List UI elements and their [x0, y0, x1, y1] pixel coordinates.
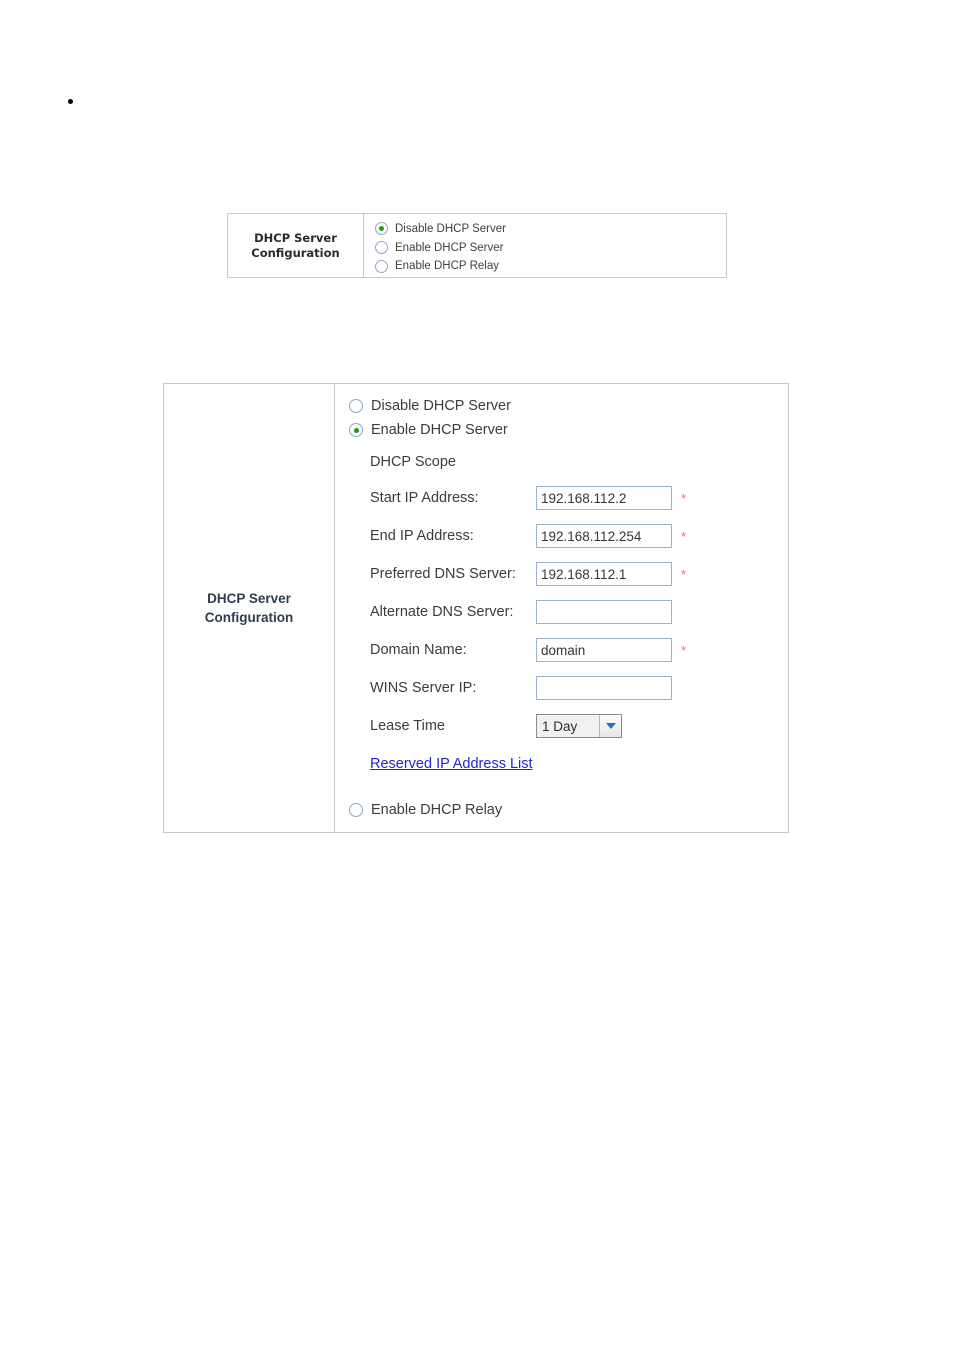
radio-label-disable-dhcp-server: Disable DHCP Server — [395, 222, 506, 235]
radio-label-enable-dhcp-server: Enable DHCP Server — [371, 422, 508, 438]
radio-label-enable-dhcp-server: Enable DHCP Server — [395, 241, 504, 254]
dhcp-config-options-cell: Disable DHCP Server Enable DHCP Server E… — [364, 214, 726, 277]
field-row-alternate-dns-server: Alternate DNS Server: — [370, 593, 788, 631]
dhcp-config-label-line2: Configuration — [204, 610, 294, 625]
alternate-dns-server-input[interactable] — [536, 600, 672, 624]
reserved-ip-address-list-link[interactable]: Reserved IP Address List — [370, 756, 533, 772]
lease-time-selected-value: 1 Day — [542, 718, 578, 734]
start-ip-address-input[interactable] — [536, 486, 672, 510]
label-alternate-dns-server: Alternate DNS Server: — [370, 604, 514, 620]
label-end-ip-address: End IP Address: — [370, 528, 474, 544]
label-lease-time: Lease Time — [370, 718, 445, 734]
dhcp-config-label-cell: DHCP Server Configuration — [164, 384, 335, 832]
radio-option-enable-dhcp-server[interactable]: Enable DHCP Server — [349, 418, 788, 442]
bullet-list-item — [68, 92, 668, 110]
radio-unselected-icon[interactable] — [375, 259, 388, 273]
dhcp-server-configuration-table-collapsed: DHCP Server Configuration Disable DHCP S… — [227, 213, 727, 278]
required-asterisk: * — [681, 490, 687, 506]
required-asterisk: * — [681, 566, 687, 582]
preferred-dns-server-input[interactable] — [536, 562, 672, 586]
dhcp-scope-field-list: Start IP Address: * End IP Address: * Pr… — [370, 479, 788, 745]
field-row-wins-server-ip: WINS Server IP: — [370, 669, 788, 707]
radio-option-disable-dhcp-server[interactable]: Disable DHCP Server — [349, 394, 788, 418]
dhcp-config-label-line1: DHCP Server — [254, 230, 337, 245]
end-ip-address-input[interactable] — [536, 524, 672, 548]
field-row-end-ip-address: End IP Address: * — [370, 517, 788, 555]
field-row-domain-name: Domain Name: * — [370, 631, 788, 669]
label-wins-server-ip: WINS Server IP: — [370, 680, 477, 696]
radio-unselected-icon[interactable] — [375, 241, 388, 254]
dhcp-scope-heading: DHCP Scope — [370, 454, 456, 470]
radio-label-disable-dhcp-server: Disable DHCP Server — [371, 398, 511, 414]
dhcp-config-label-line2: Configuration — [251, 245, 340, 260]
field-row-preferred-dns-server: Preferred DNS Server: * — [370, 555, 788, 593]
field-row-lease-time: Lease Time 1 Day — [370, 707, 788, 745]
radio-label-enable-dhcp-relay: Enable DHCP Relay — [371, 802, 503, 818]
radio-label-enable-dhcp-relay: Enable DHCP Relay — [395, 260, 499, 273]
radio-unselected-icon[interactable] — [349, 399, 363, 413]
radio-option-enable-dhcp-relay[interactable]: Enable DHCP Relay — [349, 802, 502, 818]
radio-option-disable-dhcp-server[interactable]: Disable DHCP Server — [375, 221, 726, 237]
label-start-ip-address: Start IP Address: — [370, 490, 479, 506]
field-row-start-ip-address: Start IP Address: * — [370, 479, 788, 517]
required-asterisk: * — [681, 528, 687, 544]
reserved-ip-address-list-row: Reserved IP Address List — [370, 755, 788, 773]
label-preferred-dns-server: Preferred DNS Server: — [370, 566, 516, 582]
dhcp-server-configuration-table-expanded: DHCP Server Configuration Disable DHCP S… — [163, 383, 789, 833]
domain-name-input[interactable] — [536, 638, 672, 662]
radio-unselected-icon[interactable] — [349, 803, 363, 817]
label-domain-name: Domain Name: — [370, 642, 467, 658]
dhcp-config-label-line1: DHCP Server — [207, 591, 291, 606]
radio-option-enable-dhcp-server[interactable]: Enable DHCP Server — [375, 240, 726, 256]
bullet-dot-icon — [68, 98, 73, 104]
lease-time-select[interactable]: 1 Day — [536, 714, 622, 738]
radio-selected-icon[interactable] — [375, 222, 388, 236]
required-asterisk: * — [681, 642, 687, 658]
chevron-down-icon[interactable] — [599, 715, 621, 737]
dhcp-config-label-cell: DHCP Server Configuration — [228, 214, 364, 277]
radio-selected-icon[interactable] — [349, 423, 363, 437]
wins-server-ip-input[interactable] — [536, 676, 672, 700]
radio-option-enable-dhcp-relay[interactable]: Enable DHCP Relay — [375, 258, 726, 274]
dhcp-config-form-cell: Disable DHCP Server Enable DHCP Server D… — [335, 384, 788, 832]
